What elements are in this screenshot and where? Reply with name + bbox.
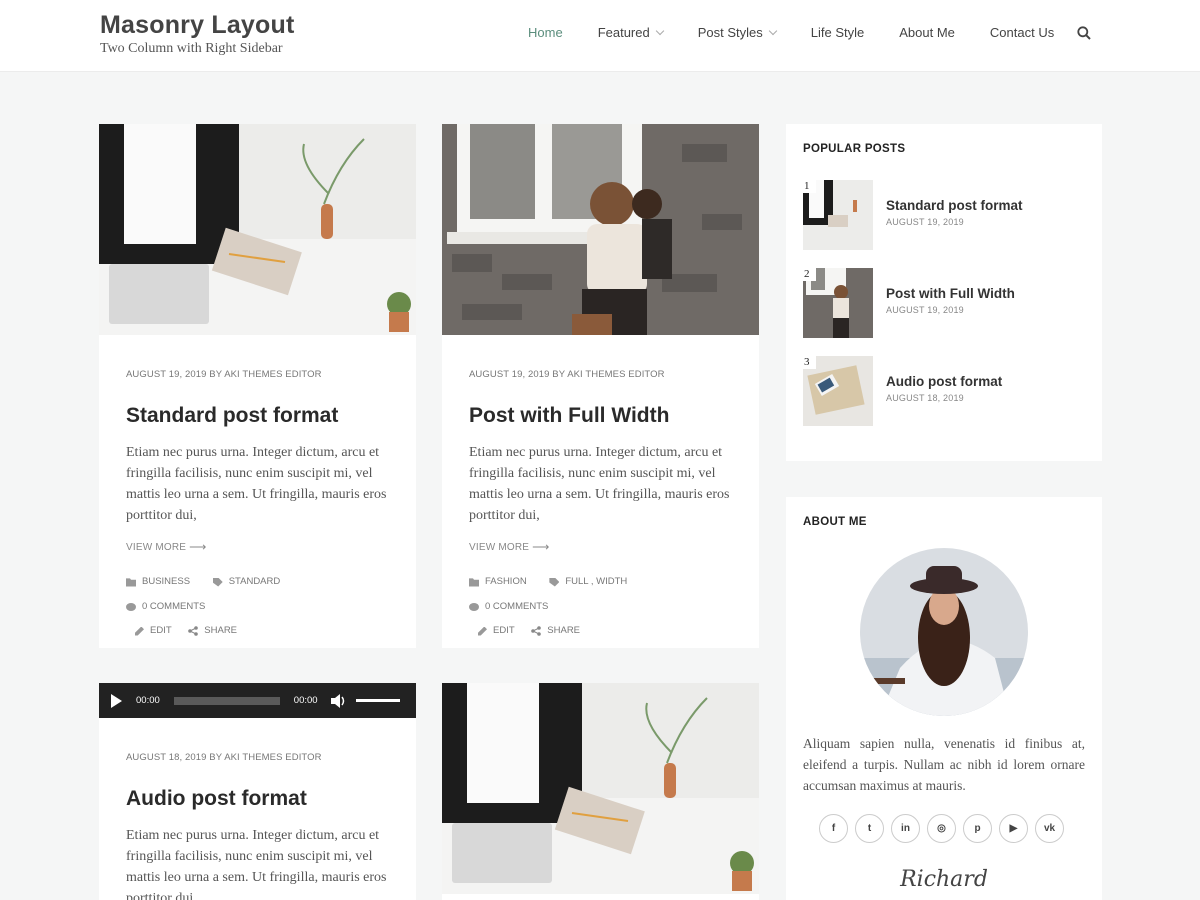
vk-icon[interactable]: vk [1035,814,1064,843]
popular-post-item[interactable]: 2 Post with Full Width AUGUST 19, 2019 [803,268,1015,338]
edit-link[interactable]: EDIT [478,620,515,642]
popular-post-title[interactable]: Audio post format [886,374,1002,389]
share-link[interactable]: SHARE [188,620,237,642]
nav-item-featured[interactable]: Featured [598,25,664,40]
nav-item-contact-us[interactable]: Contact Us [990,25,1054,40]
site-title[interactable]: Masonry Layout [100,11,295,40]
arrow-right-icon: ⟶ [189,540,207,554]
audio-player: 00:00 00:00 [99,683,416,718]
search-icon[interactable] [1077,26,1091,40]
popular-post-item[interactable]: 1 Standard post format AUGUST 19, 2019 [803,180,1023,250]
post-taxonomy: FASHION FULL , WIDTH 0 COMMENTS EDIT SHA… [469,571,732,645]
comments-link[interactable]: 0 COMMENTS [469,596,548,618]
popular-post-item[interactable]: 3 Audio post format AUGUST 18, 2019 [803,356,1002,426]
author-avatar [860,548,1028,716]
share-icon [188,625,199,636]
folder-icon [469,578,479,587]
post-excerpt: Etiam nec purus urna. Integer dictum, ar… [126,828,387,900]
pencil-icon [478,626,487,636]
twitter-icon[interactable]: t [855,814,884,843]
post-card: AUGUST 19, 2019 BY AKI THEMES EDITOR Pos… [442,124,759,648]
widget-title: ABOUT ME [803,516,867,528]
site-header: Masonry Layout Two Column with Right Sid… [0,0,1200,72]
pinterest-icon[interactable]: p [963,814,992,843]
author-signature: Richard [900,867,988,892]
category-link[interactable]: FASHION [469,571,527,593]
view-more-link[interactable]: VIEW MORE ⟶ [126,540,389,554]
popular-post-date: AUGUST 19, 2019 [886,217,964,227]
folder-icon [126,578,136,587]
chevron-down-icon [768,26,778,35]
instagram-icon[interactable]: ◎ [927,814,956,843]
audio-current-time: 00:00 [136,695,160,706]
popular-post-thumbnail[interactable]: 2 [803,268,873,338]
popular-post-rank: 1 [803,180,816,193]
post-card [442,683,759,900]
post-card: 00:00 00:00 AUGUST 18, 2019 BY AKI THEME… [99,683,416,900]
post-meta: AUGUST 19, 2019 BY AKI THEMES EDITOR [126,369,322,380]
popular-post-thumbnail[interactable]: 3 [803,356,873,426]
volume-icon[interactable] [330,693,348,709]
post-card: AUGUST 19, 2019 BY AKI THEMES EDITOR Sta… [99,124,416,648]
post-title[interactable]: Post with Full Width [469,404,732,428]
widget-title: POPULAR POSTS [803,143,906,155]
popular-post-rank: 3 [803,356,816,369]
share-link[interactable]: SHARE [531,620,580,642]
popular-post-date: AUGUST 18, 2019 [886,393,964,403]
view-more-link[interactable]: VIEW MORE ⟶ [469,540,732,554]
popular-posts-widget: POPULAR POSTS 1 Standard post format AUG… [786,124,1102,461]
site-description: Two Column with Right Sidebar [100,41,283,56]
facebook-icon[interactable]: f [819,814,848,843]
post-excerpt: Etiam nec purus urna. Integer dictum, ar… [469,445,730,523]
comment-icon [469,602,479,611]
popular-post-thumbnail[interactable]: 1 [803,180,873,250]
nav-item-home[interactable]: Home [528,25,563,40]
linkedin-icon[interactable]: in [891,814,920,843]
popular-post-rank: 2 [803,268,816,281]
post-thumbnail[interactable] [442,683,759,894]
post-thumbnail[interactable] [442,124,759,335]
pencil-icon [135,626,144,636]
main-nav: Home Featured Post Styles Life Style Abo… [528,25,1089,40]
popular-post-title[interactable]: Standard post format [886,198,1023,213]
post-meta: AUGUST 18, 2019 BY AKI THEMES EDITOR [126,752,322,763]
tag-link[interactable]: FULL , WIDTH [549,571,627,593]
tag-icon [549,577,560,587]
category-link[interactable]: BUSINESS [126,571,190,593]
edit-link[interactable]: EDIT [135,620,172,642]
youtube-icon[interactable]: ▶ [999,814,1028,843]
share-icon [531,625,542,636]
comments-link[interactable]: 0 COMMENTS [126,596,205,618]
popular-post-date: AUGUST 19, 2019 [886,305,964,315]
comment-icon [126,602,136,611]
popular-post-title[interactable]: Post with Full Width [886,286,1015,301]
nav-item-life-style[interactable]: Life Style [811,25,864,40]
post-title[interactable]: Audio post format [126,787,389,811]
arrow-right-icon: ⟶ [532,540,550,554]
post-excerpt: Etiam nec purus urna. Integer dictum, ar… [126,445,387,523]
nav-item-post-styles[interactable]: Post Styles [698,25,778,40]
audio-duration: 00:00 [293,695,318,706]
tag-icon [212,577,223,587]
post-taxonomy: BUSINESS STANDARD 0 COMMENTS EDIT SHARE [126,571,389,645]
play-icon[interactable] [111,693,122,708]
post-meta: AUGUST 19, 2019 BY AKI THEMES EDITOR [469,369,665,380]
about-me-widget: ABOUT ME Aliquam sapien nulla, venenatis… [786,497,1102,900]
volume-slider[interactable] [355,699,400,702]
social-links: f t in ◎ p ▶ vk [819,814,1064,843]
audio-progress-track[interactable] [173,696,280,705]
about-text: Aliquam sapien nulla, venenatis id finib… [803,736,1085,793]
post-thumbnail[interactable] [99,124,416,335]
chevron-down-icon [655,26,664,35]
post-title[interactable]: Standard post format [126,404,389,428]
nav-item-about-me[interactable]: About Me [899,25,955,40]
tag-link[interactable]: STANDARD [212,571,280,593]
